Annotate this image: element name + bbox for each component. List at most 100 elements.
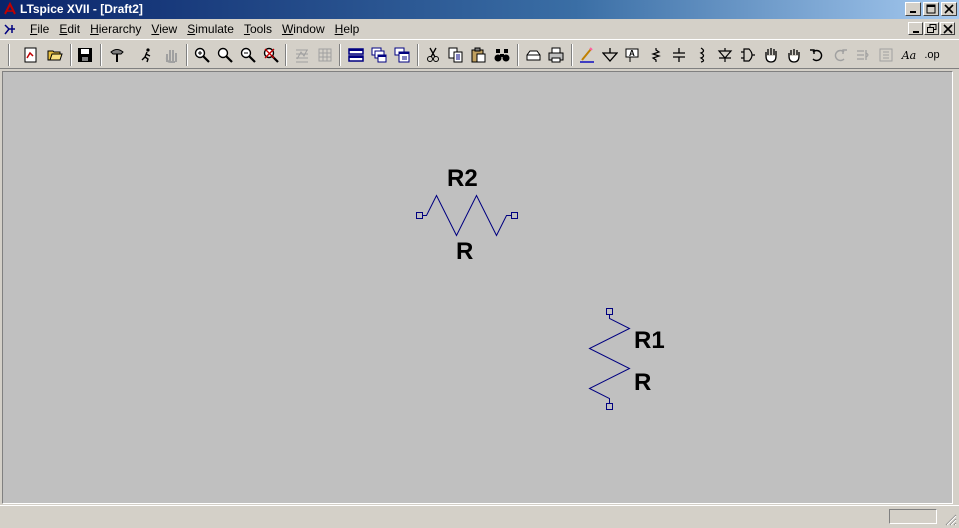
autorange-button[interactable]: [291, 44, 313, 66]
resistor-r1-symbol[interactable]: [588, 308, 631, 410]
rotate-button[interactable]: [852, 44, 874, 66]
r2-value-label[interactable]: R: [456, 240, 473, 264]
r1-pin-bottom[interactable]: [606, 403, 613, 410]
minimize-button[interactable]: [905, 2, 921, 16]
zoom-out-icon: [240, 47, 256, 63]
menu-edit[interactable]: Edit: [54, 22, 85, 36]
inductor-icon: [699, 47, 705, 63]
zoom-out-button[interactable]: [237, 44, 259, 66]
drag-button[interactable]: [783, 44, 805, 66]
mdi-minimize-button[interactable]: [908, 22, 923, 35]
ltspice-app-icon[interactable]: [3, 2, 17, 16]
control-panel-button[interactable]: [106, 44, 128, 66]
move-icon: [765, 48, 777, 63]
run-icon: [141, 48, 151, 63]
move-button[interactable]: [760, 44, 782, 66]
resize-grip-icon[interactable]: [943, 512, 957, 526]
find-button[interactable]: [491, 44, 513, 66]
component-icon: [741, 48, 755, 62]
status-bar: [0, 505, 959, 528]
tile-horizontal-icon: [348, 48, 364, 62]
text-button[interactable]: Aa: [898, 44, 920, 66]
toolbar-separator: [186, 44, 188, 66]
r2-pin-right[interactable]: [511, 212, 518, 219]
tile-vertical-button[interactable]: [391, 44, 413, 66]
status-panel: [889, 509, 937, 524]
menu-hierarchy[interactable]: Hierarchy: [85, 22, 146, 36]
resistor-button[interactable]: [645, 44, 667, 66]
mdi-restore-button[interactable]: [924, 22, 939, 35]
resistor-r2-symbol[interactable]: [416, 194, 518, 237]
mirror-button[interactable]: [875, 44, 897, 66]
capacitor-button[interactable]: [668, 44, 690, 66]
maximize-icon: [926, 4, 936, 14]
cut-icon: [427, 47, 439, 62]
zoom-fit-button[interactable]: [260, 44, 282, 66]
cut-button[interactable]: [422, 44, 444, 66]
svg-text:A: A: [629, 49, 635, 58]
diode-button[interactable]: [714, 44, 736, 66]
r2-reference-label[interactable]: R2: [447, 167, 478, 191]
zoom-fit-icon: [263, 47, 279, 63]
close-button[interactable]: [941, 2, 957, 16]
menu-simulate[interactable]: Simulate: [182, 22, 239, 36]
open-icon: [47, 50, 63, 61]
toolbar-separator: [339, 44, 341, 66]
maximize-button[interactable]: [923, 2, 939, 16]
unzoom-button[interactable]: [314, 44, 336, 66]
spice-directive-button[interactable]: .op: [921, 44, 943, 66]
find-icon: [494, 49, 510, 62]
undo-icon: [810, 49, 823, 62]
title-bar[interactable]: LTspice XVII - [Draft2]: [0, 0, 959, 19]
open-button[interactable]: [44, 44, 66, 66]
r2-pin-left[interactable]: [416, 212, 423, 219]
redo-button[interactable]: [829, 44, 851, 66]
mdi-close-button[interactable]: [940, 22, 955, 35]
tile-horizontal-button[interactable]: [345, 44, 367, 66]
r1-reference-label[interactable]: R1: [634, 329, 665, 353]
toolbar: A Aa .op: [0, 39, 959, 69]
print-icon: [548, 47, 564, 63]
pan-button[interactable]: [214, 44, 236, 66]
ground-icon: [602, 48, 618, 62]
toolbar-separator: [417, 44, 419, 66]
menu-file[interactable]: File: [25, 22, 54, 36]
print-setup-button[interactable]: [522, 44, 544, 66]
menu-view[interactable]: View: [146, 22, 182, 36]
wire-button[interactable]: [576, 44, 598, 66]
toolbar-separator: [285, 44, 287, 66]
label-net-button[interactable]: A: [621, 44, 643, 66]
new-schematic-icon: [24, 47, 37, 63]
undo-button[interactable]: [806, 44, 828, 66]
save-button[interactable]: [74, 44, 96, 66]
schematic-canvas[interactable]: R2 R R1 R: [2, 71, 953, 504]
toolbar-separator: [8, 44, 10, 66]
zoom-in-icon: [194, 47, 210, 63]
inductor-button[interactable]: [691, 44, 713, 66]
label-net-icon: A: [625, 48, 639, 62]
menu-tools[interactable]: Tools: [239, 22, 277, 36]
component-button[interactable]: [737, 44, 759, 66]
run-button[interactable]: [136, 44, 158, 66]
toolbar-separator: [571, 44, 573, 66]
r1-pin-top[interactable]: [606, 308, 613, 315]
schematic-document-icon[interactable]: [3, 22, 17, 36]
zoom-in-button[interactable]: [191, 44, 213, 66]
cascade-button[interactable]: [368, 44, 390, 66]
rotate-icon: [857, 50, 869, 60]
wire-icon: [580, 47, 594, 63]
unzoom-icon: [318, 48, 332, 62]
copy-button[interactable]: [445, 44, 467, 66]
print-button[interactable]: [545, 44, 567, 66]
toolbar-separator: [70, 44, 72, 66]
halt-button[interactable]: [160, 44, 182, 66]
r1-value-label[interactable]: R: [634, 371, 651, 395]
schematic-drawing: [416, 194, 631, 410]
paste-button[interactable]: [468, 44, 490, 66]
new-schematic-button[interactable]: [20, 44, 42, 66]
tile-vertical-icon: [394, 47, 410, 63]
toolbar-separator: [517, 44, 519, 66]
menu-window[interactable]: Window: [277, 22, 330, 36]
ground-button[interactable]: [599, 44, 621, 66]
menu-help[interactable]: Help: [330, 22, 365, 36]
